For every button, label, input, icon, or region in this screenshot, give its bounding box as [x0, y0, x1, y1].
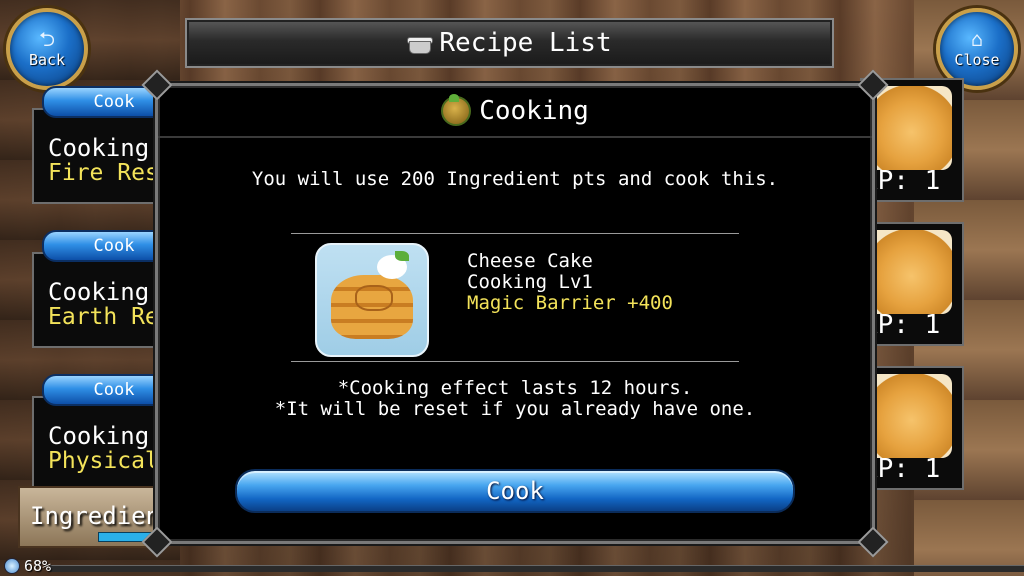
- ingredient-tab[interactable]: Ingredient: [18, 486, 175, 548]
- divider: [291, 361, 739, 362]
- item-level: Cooking Lv1: [467, 271, 593, 293]
- cooking-pot-icon: [407, 33, 434, 54]
- divider: [291, 233, 739, 234]
- cook-button[interactable]: Cook: [235, 469, 795, 513]
- close-label: Close: [954, 51, 1000, 69]
- back-button[interactable]: ⮌ Back: [6, 8, 88, 90]
- item-effect: Magic Barrier +400: [467, 292, 673, 314]
- status-readout: 68%: [0, 556, 51, 576]
- recipe-card[interactable]: XP: 1: [860, 222, 964, 346]
- recipe-list-item: Cook Cooking L Physical: [32, 374, 186, 504]
- recipe-effect: Fire Res: [48, 160, 159, 186]
- item-name: Cheese Cake: [467, 250, 593, 272]
- cost-message: You will use 200 Ingredient pts and cook…: [251, 168, 779, 190]
- duration-note: *Cooking effect lasts 12 hours.: [337, 377, 693, 399]
- reset-note: *It will be reset if you already have on…: [274, 398, 756, 420]
- page-title: Recipe List: [439, 28, 612, 58]
- recipe-name: Cooking: [48, 134, 150, 162]
- cheese-cake-icon: [315, 243, 429, 357]
- dialog-header: Cooking: [158, 86, 872, 138]
- recipe-list-item: Cook Cooking L Earth Res: [32, 230, 186, 360]
- recipe-list-title-bar: Recipe List: [185, 18, 834, 68]
- home-icon: ⌂: [970, 27, 984, 51]
- food-image: [862, 86, 952, 170]
- food-image: [862, 374, 952, 458]
- cooking-dialog: Cooking You will use 200 Ingredient pts …: [141, 69, 889, 558]
- ingredient-label: Ingredient: [30, 502, 175, 530]
- cooking-pot-icon: [441, 94, 472, 126]
- dialog-title: Cooking: [479, 96, 589, 126]
- food-image: [862, 230, 952, 314]
- status-percent: 68%: [24, 557, 52, 575]
- battery-orb-icon: [4, 558, 20, 574]
- back-label: Back: [28, 51, 66, 69]
- recipe-effect: Physical: [48, 448, 159, 474]
- recipe-card[interactable]: XP: 1: [860, 366, 964, 490]
- recipe-list-item: Cook Cooking Fire Res: [32, 86, 186, 216]
- recipe-effect: Earth Res: [48, 304, 173, 330]
- back-arrow-icon: ⮌: [38, 27, 56, 51]
- status-bar: [50, 565, 1024, 572]
